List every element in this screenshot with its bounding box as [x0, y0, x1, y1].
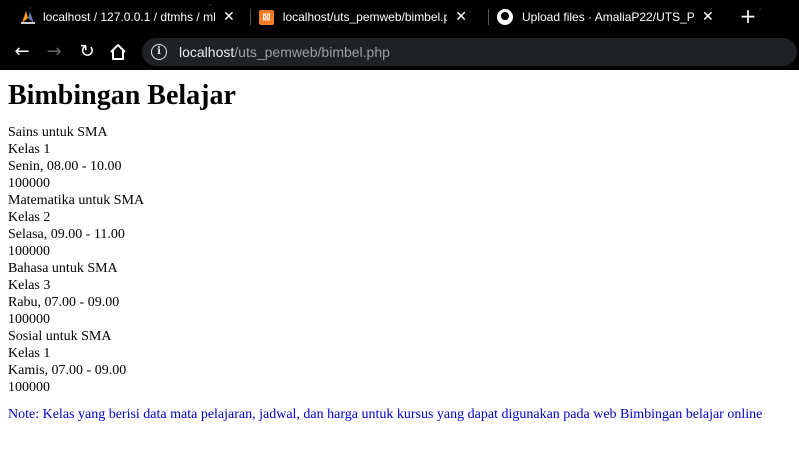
tab-divider — [250, 9, 251, 25]
tab-title: localhost/uts_pemweb/bimbel.php — [282, 10, 448, 24]
note-text: Note: Kelas yang berisi data mata pelaja… — [8, 407, 763, 422]
tab-title: localhost / 127.0.0.1 / dtmhs / mhs — [43, 10, 215, 24]
new-tab-button[interactable]: + — [737, 5, 759, 27]
course-list: Sains untuk SMA Kelas 1 Senin, 08.00 - 1… — [8, 124, 791, 396]
page-title: Bimbingan Belajar — [8, 80, 236, 111]
close-tab-icon[interactable]: ✕ — [702, 10, 714, 24]
address-bar[interactable]: i localhost/uts_pemweb/bimbel.php — [142, 38, 797, 66]
browser-toolbar: ← → ↻ i localhost/uts_pemweb/bimbel.php — [0, 34, 799, 70]
tab-title: Upload files · AmaliaP22/UTS_PEMWEB — [522, 10, 694, 24]
course-item: Sosial untuk SMA Kelas 1 Kamis, 07.00 - … — [8, 328, 791, 396]
course-price: 100000 — [8, 244, 50, 259]
home-icon[interactable] — [106, 40, 130, 64]
course-class: Kelas 1 — [8, 142, 51, 157]
course-subject: Matematika untuk SMA — [8, 193, 145, 208]
back-arrow-icon[interactable]: ← — [10, 40, 34, 64]
close-tab-icon[interactable]: ✕ — [455, 10, 467, 24]
xampp-icon: ⊠ — [259, 9, 274, 25]
tab-divider — [488, 9, 489, 25]
course-price: 100000 — [8, 312, 50, 327]
course-class: Kelas 2 — [8, 210, 51, 225]
tab-bimbel[interactable]: ⊠ localhost/uts_pemweb/bimbel.php ✕ — [259, 0, 467, 34]
reload-icon[interactable]: ↻ — [75, 40, 99, 64]
url-path: /uts_pemweb/bimbel.php — [234, 44, 390, 60]
phpmyadmin-icon — [20, 9, 36, 25]
page-content: Bimbingan Belajar Sains untuk SMA Kelas … — [0, 70, 799, 456]
tab-strip: localhost / 127.0.0.1 / dtmhs / mhs ✕ ⊠ … — [0, 0, 799, 34]
github-icon — [497, 9, 513, 25]
course-price: 100000 — [8, 380, 50, 395]
course-subject: Bahasa untuk SMA — [8, 261, 118, 276]
tab-phpmyadmin[interactable]: localhost / 127.0.0.1 / dtmhs / mhs ✕ — [20, 0, 242, 34]
course-schedule: Senin, 08.00 - 10.00 — [8, 159, 122, 174]
info-icon[interactable]: i — [151, 44, 167, 60]
course-subject: Sains untuk SMA — [8, 125, 108, 140]
course-item: Matematika untuk SMA Kelas 2 Selasa, 09.… — [8, 192, 791, 260]
course-item: Bahasa untuk SMA Kelas 3 Rabu, 07.00 - 0… — [8, 260, 791, 328]
course-item: Sains untuk SMA Kelas 1 Senin, 08.00 - 1… — [8, 124, 791, 192]
url-host: localhost — [179, 44, 235, 60]
address-url[interactable]: localhost/uts_pemweb/bimbel.php — [179, 44, 390, 60]
course-schedule: Selasa, 09.00 - 11.00 — [8, 227, 125, 242]
course-schedule: Kamis, 07.00 - 09.00 — [8, 363, 127, 378]
tab-github[interactable]: Upload files · AmaliaP22/UTS_PEMWEB ✕ — [497, 0, 719, 34]
close-tab-icon[interactable]: ✕ — [223, 10, 235, 24]
course-schedule: Rabu, 07.00 - 09.00 — [8, 295, 120, 310]
course-class: Kelas 3 — [8, 278, 51, 293]
course-subject: Sosial untuk SMA — [8, 329, 112, 344]
course-class: Kelas 1 — [8, 346, 51, 361]
forward-arrow-icon[interactable]: → — [42, 40, 66, 64]
course-price: 100000 — [8, 176, 50, 191]
